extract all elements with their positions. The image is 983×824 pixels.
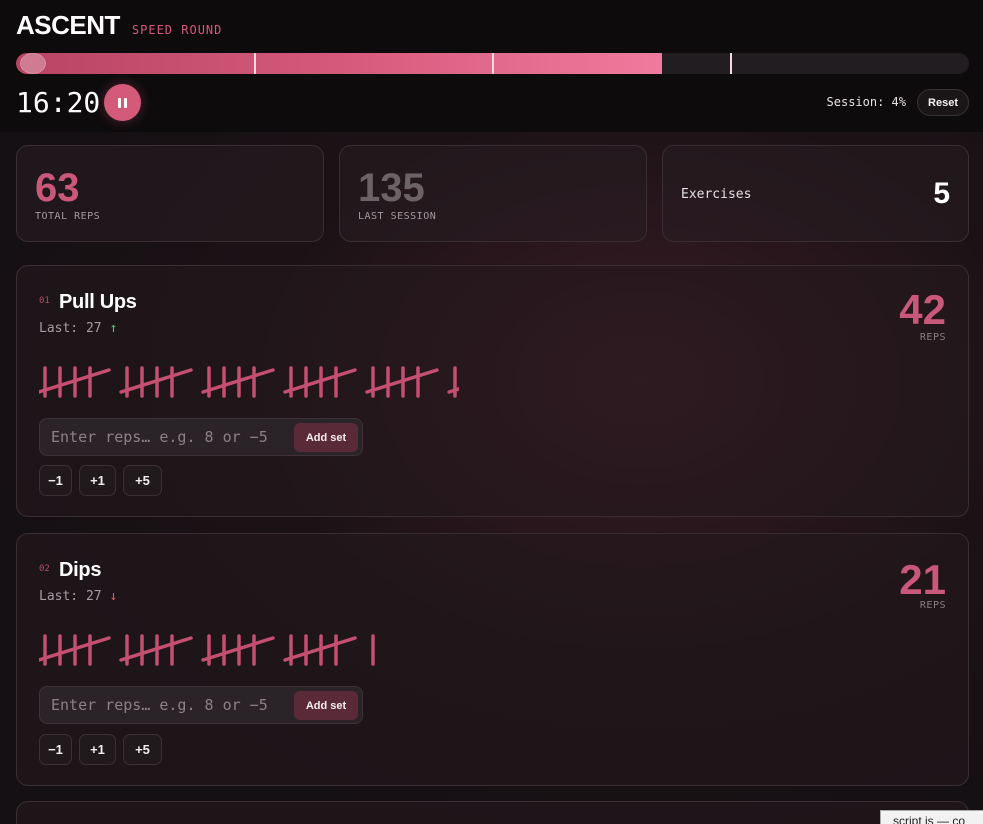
timer-display: 16:20 [16, 86, 101, 119]
trend-up-icon: ↑ [109, 321, 118, 336]
pause-icon-bar [124, 97, 127, 108]
stat-total-reps: 63 TOTAL REPS [16, 145, 324, 242]
add-set-button[interactable]: Add set [294, 691, 358, 720]
exercise-card-partial [16, 801, 969, 824]
exercise-index: 02 [39, 564, 50, 574]
exercise-card: 01 Pull Ups Last: 27 ↑ 42 REPS Add set −… [16, 265, 969, 517]
exercise-index: 01 [39, 296, 50, 306]
total-reps-value: 63 [35, 166, 80, 210]
pause-icon [118, 97, 121, 108]
exercises-label: Exercises [681, 187, 752, 202]
stat-exercises: Exercises 5 [662, 145, 969, 242]
toast-message: script is — co [880, 810, 983, 824]
exercise-rep-count: 42 [899, 286, 946, 333]
progress-marker [492, 53, 494, 74]
last-value: Last: 27 [39, 321, 102, 336]
header: ASCENT SPEED ROUND 16:20 Session: 4% Res… [0, 0, 983, 132]
exercise-name: Pull Ups [59, 291, 137, 313]
exercise-rep-count: 21 [899, 556, 946, 603]
progress-marker [730, 53, 732, 74]
stat-last-session: 135 LAST SESSION [339, 145, 647, 242]
session-progress-bar[interactable] [16, 53, 969, 74]
session-percent: Session: 4% [826, 95, 906, 109]
reps-label: REPS [919, 600, 946, 611]
last-value: Last: 27 [39, 589, 102, 604]
pause-button[interactable] [104, 84, 141, 121]
brand: ASCENT SPEED ROUND [16, 10, 222, 41]
increment-5-button[interactable]: +5 [123, 465, 162, 496]
exercise-name: Dips [59, 559, 102, 581]
rep-input-group: Add set [39, 418, 363, 456]
increment-5-button[interactable]: +5 [123, 734, 162, 765]
decrement-1-button[interactable]: −1 [39, 465, 72, 496]
exercise-last: Last: 27 ↓ [39, 589, 117, 604]
app-title: ASCENT [16, 10, 120, 40]
trend-down-icon: ↓ [109, 589, 118, 604]
mode-label: SPEED ROUND [131, 23, 223, 37]
tally-marks [39, 634, 375, 666]
exercises-count: 5 [933, 177, 950, 210]
rep-input-group: Add set [39, 686, 363, 724]
decrement-1-button[interactable]: −1 [39, 734, 72, 765]
increment-1-button[interactable]: +1 [79, 465, 116, 496]
progress-fill [16, 53, 663, 74]
add-set-button[interactable]: Add set [294, 423, 358, 452]
reset-button[interactable]: Reset [917, 89, 969, 116]
progress-marker [254, 53, 256, 74]
exercise-card: 02 Dips Last: 27 ↓ 21 REPS Add set −1 +1… [16, 533, 969, 786]
rep-input[interactable] [40, 419, 290, 455]
last-session-value: 135 [358, 166, 425, 210]
increment-1-button[interactable]: +1 [79, 734, 116, 765]
exercise-last: Last: 27 ↑ [39, 321, 117, 336]
progress-knob[interactable] [20, 53, 46, 74]
rep-input[interactable] [40, 687, 290, 723]
total-reps-label: TOTAL REPS [35, 211, 101, 222]
last-session-label: LAST SESSION [358, 211, 437, 222]
reps-label: REPS [919, 332, 946, 343]
tally-marks [39, 366, 459, 398]
